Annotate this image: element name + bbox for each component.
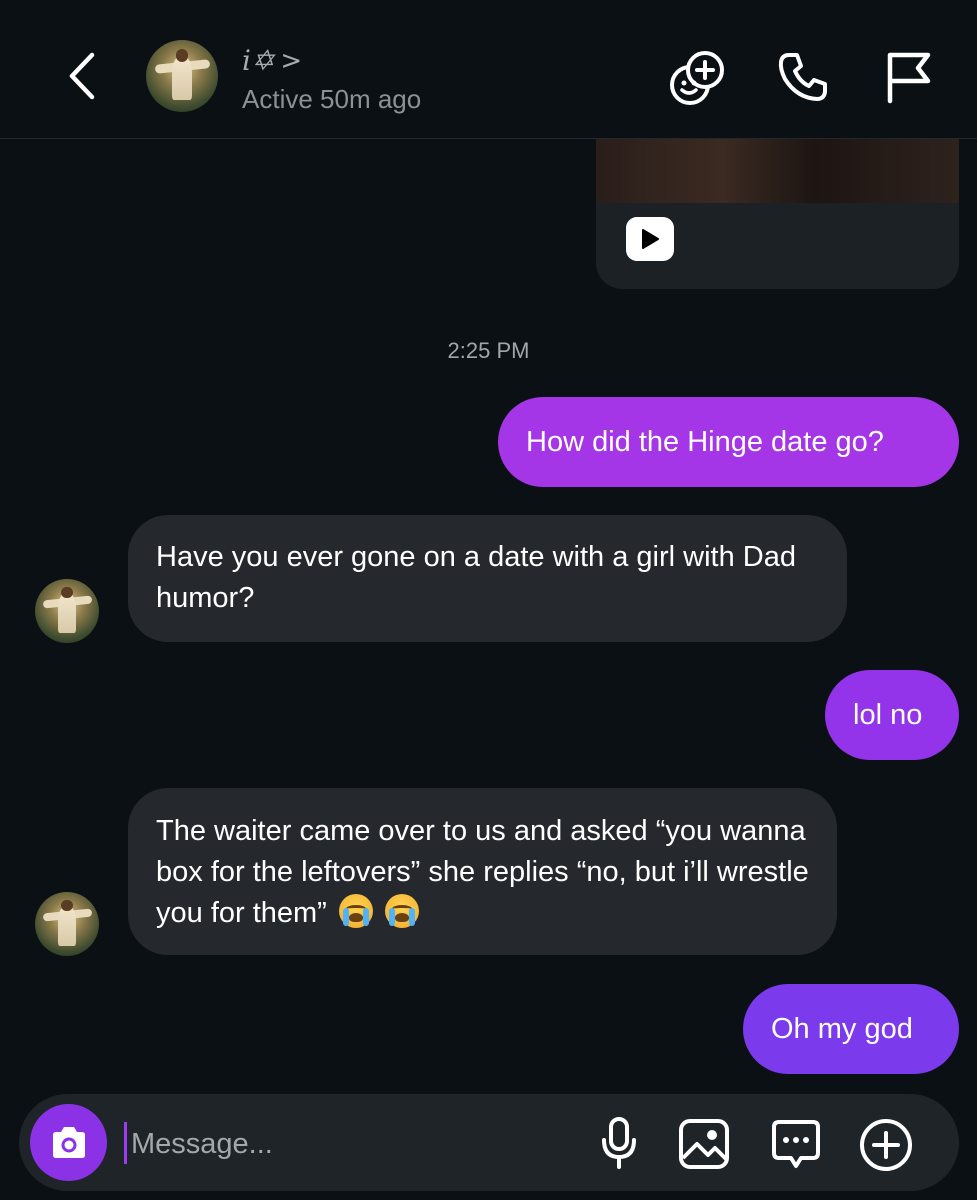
chevron-left-icon — [69, 52, 95, 100]
chat-header: i✡︎ > Active 50m ago — [0, 0, 977, 139]
incoming-message[interactable]: The waiter came over to us and asked “yo… — [128, 788, 837, 955]
chat-bubble-icon — [772, 1120, 820, 1168]
image-icon — [679, 1119, 729, 1169]
contact-name[interactable]: i✡︎ > — [242, 44, 302, 77]
sender-avatar[interactable] — [35, 579, 99, 643]
plus-circle-icon — [860, 1119, 912, 1171]
flag-icon — [887, 52, 931, 104]
message-text: lol no — [853, 698, 923, 731]
outgoing-message[interactable]: Oh my god — [743, 984, 959, 1074]
phone-icon — [778, 53, 827, 101]
back-button[interactable] — [60, 46, 104, 106]
microphone-icon — [602, 1117, 636, 1169]
play-icon — [642, 229, 659, 249]
play-button[interactable] — [626, 217, 674, 261]
message-composer — [19, 1094, 959, 1191]
contact-name-text: i✡︎ — [242, 44, 275, 77]
game-controller-icon — [670, 51, 724, 105]
crying-face-emoji — [338, 894, 373, 928]
message-text: Have you ever gone on a date with a girl… — [156, 541, 796, 614]
camera-button[interactable] — [30, 1104, 107, 1181]
message-text: How did the Hinge date go? — [526, 425, 884, 458]
message-input[interactable] — [129, 1122, 563, 1166]
active-status: Active 50m ago — [242, 84, 422, 114]
video-thumbnail[interactable] — [596, 139, 959, 203]
shared-video-card[interactable] — [596, 139, 959, 289]
more-options-button[interactable] — [859, 1118, 913, 1172]
crying-face-emoji — [384, 894, 419, 928]
gallery-button[interactable] — [678, 1118, 730, 1170]
outgoing-message[interactable]: lol no — [825, 670, 959, 760]
camera-icon — [52, 1126, 85, 1158]
sender-avatar[interactable] — [35, 892, 99, 956]
contact-avatar[interactable] — [146, 40, 218, 112]
message-text: Oh my god — [771, 1012, 913, 1045]
voice-message-button[interactable] — [599, 1116, 639, 1170]
sticker-button[interactable] — [770, 1118, 822, 1170]
message-timestamp: 2:25 PM — [447, 338, 530, 363]
chevron-right-icon: > — [280, 45, 303, 76]
message-text: The waiter came over to us and asked “yo… — [156, 815, 809, 929]
outgoing-message[interactable]: How did the Hinge date go? — [498, 397, 959, 487]
text-cursor — [124, 1122, 127, 1164]
report-button[interactable] — [880, 48, 936, 106]
call-button[interactable] — [774, 48, 832, 106]
incoming-message[interactable]: Have you ever gone on a date with a girl… — [128, 515, 847, 642]
games-button[interactable] — [667, 48, 727, 108]
